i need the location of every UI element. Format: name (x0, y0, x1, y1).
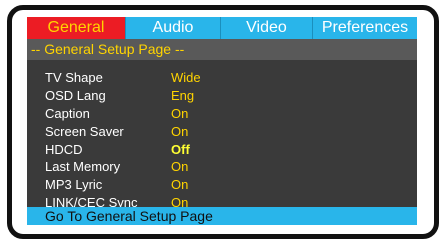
tab-bar: General Audio Video Preferences (27, 17, 417, 39)
setting-row-screen-saver[interactable]: Screen Saver On (45, 122, 385, 140)
tab-audio[interactable]: Audio (126, 17, 221, 39)
setting-label: TV Shape (45, 70, 103, 86)
setting-label: Caption (45, 105, 90, 121)
tab-video[interactable]: Video (221, 17, 313, 39)
setting-label: HDCD (45, 141, 83, 157)
setting-label: Last Memory (45, 159, 121, 175)
setting-value[interactable]: On (171, 159, 188, 174)
setting-value[interactable]: On (171, 177, 188, 192)
setting-value[interactable]: On (171, 124, 188, 139)
setting-row-osd-lang[interactable]: OSD Lang Eng (45, 87, 385, 105)
tab-preferences[interactable]: Preferences (313, 17, 417, 39)
tab-general[interactable]: General (27, 17, 126, 39)
setting-value[interactable]: Wide (171, 70, 201, 85)
setting-row-mp3-lyric[interactable]: MP3 Lyric On (45, 176, 385, 194)
setting-row-caption[interactable]: Caption On (45, 105, 385, 123)
setting-label: MP3 Lyric (45, 177, 103, 193)
setting-value[interactable]: On (171, 106, 188, 121)
setting-row-hdcd[interactable]: HDCD Off (45, 140, 385, 158)
status-bar: Go To General Setup Page (27, 207, 417, 225)
setting-label: OSD Lang (45, 88, 106, 104)
settings-list: TV Shape Wide OSD Lang Eng Caption On Sc… (45, 69, 385, 211)
setting-row-last-memory[interactable]: Last Memory On (45, 158, 385, 176)
setting-row-tv-shape[interactable]: TV Shape Wide (45, 69, 385, 87)
setting-value-selected[interactable]: Off (171, 142, 190, 157)
osd-setup-menu: General Audio Video Preferences -- Gener… (27, 17, 417, 225)
page-title: -- General Setup Page -- (27, 39, 417, 60)
setting-label: Screen Saver (45, 123, 124, 139)
setting-value[interactable]: Eng (171, 88, 194, 103)
